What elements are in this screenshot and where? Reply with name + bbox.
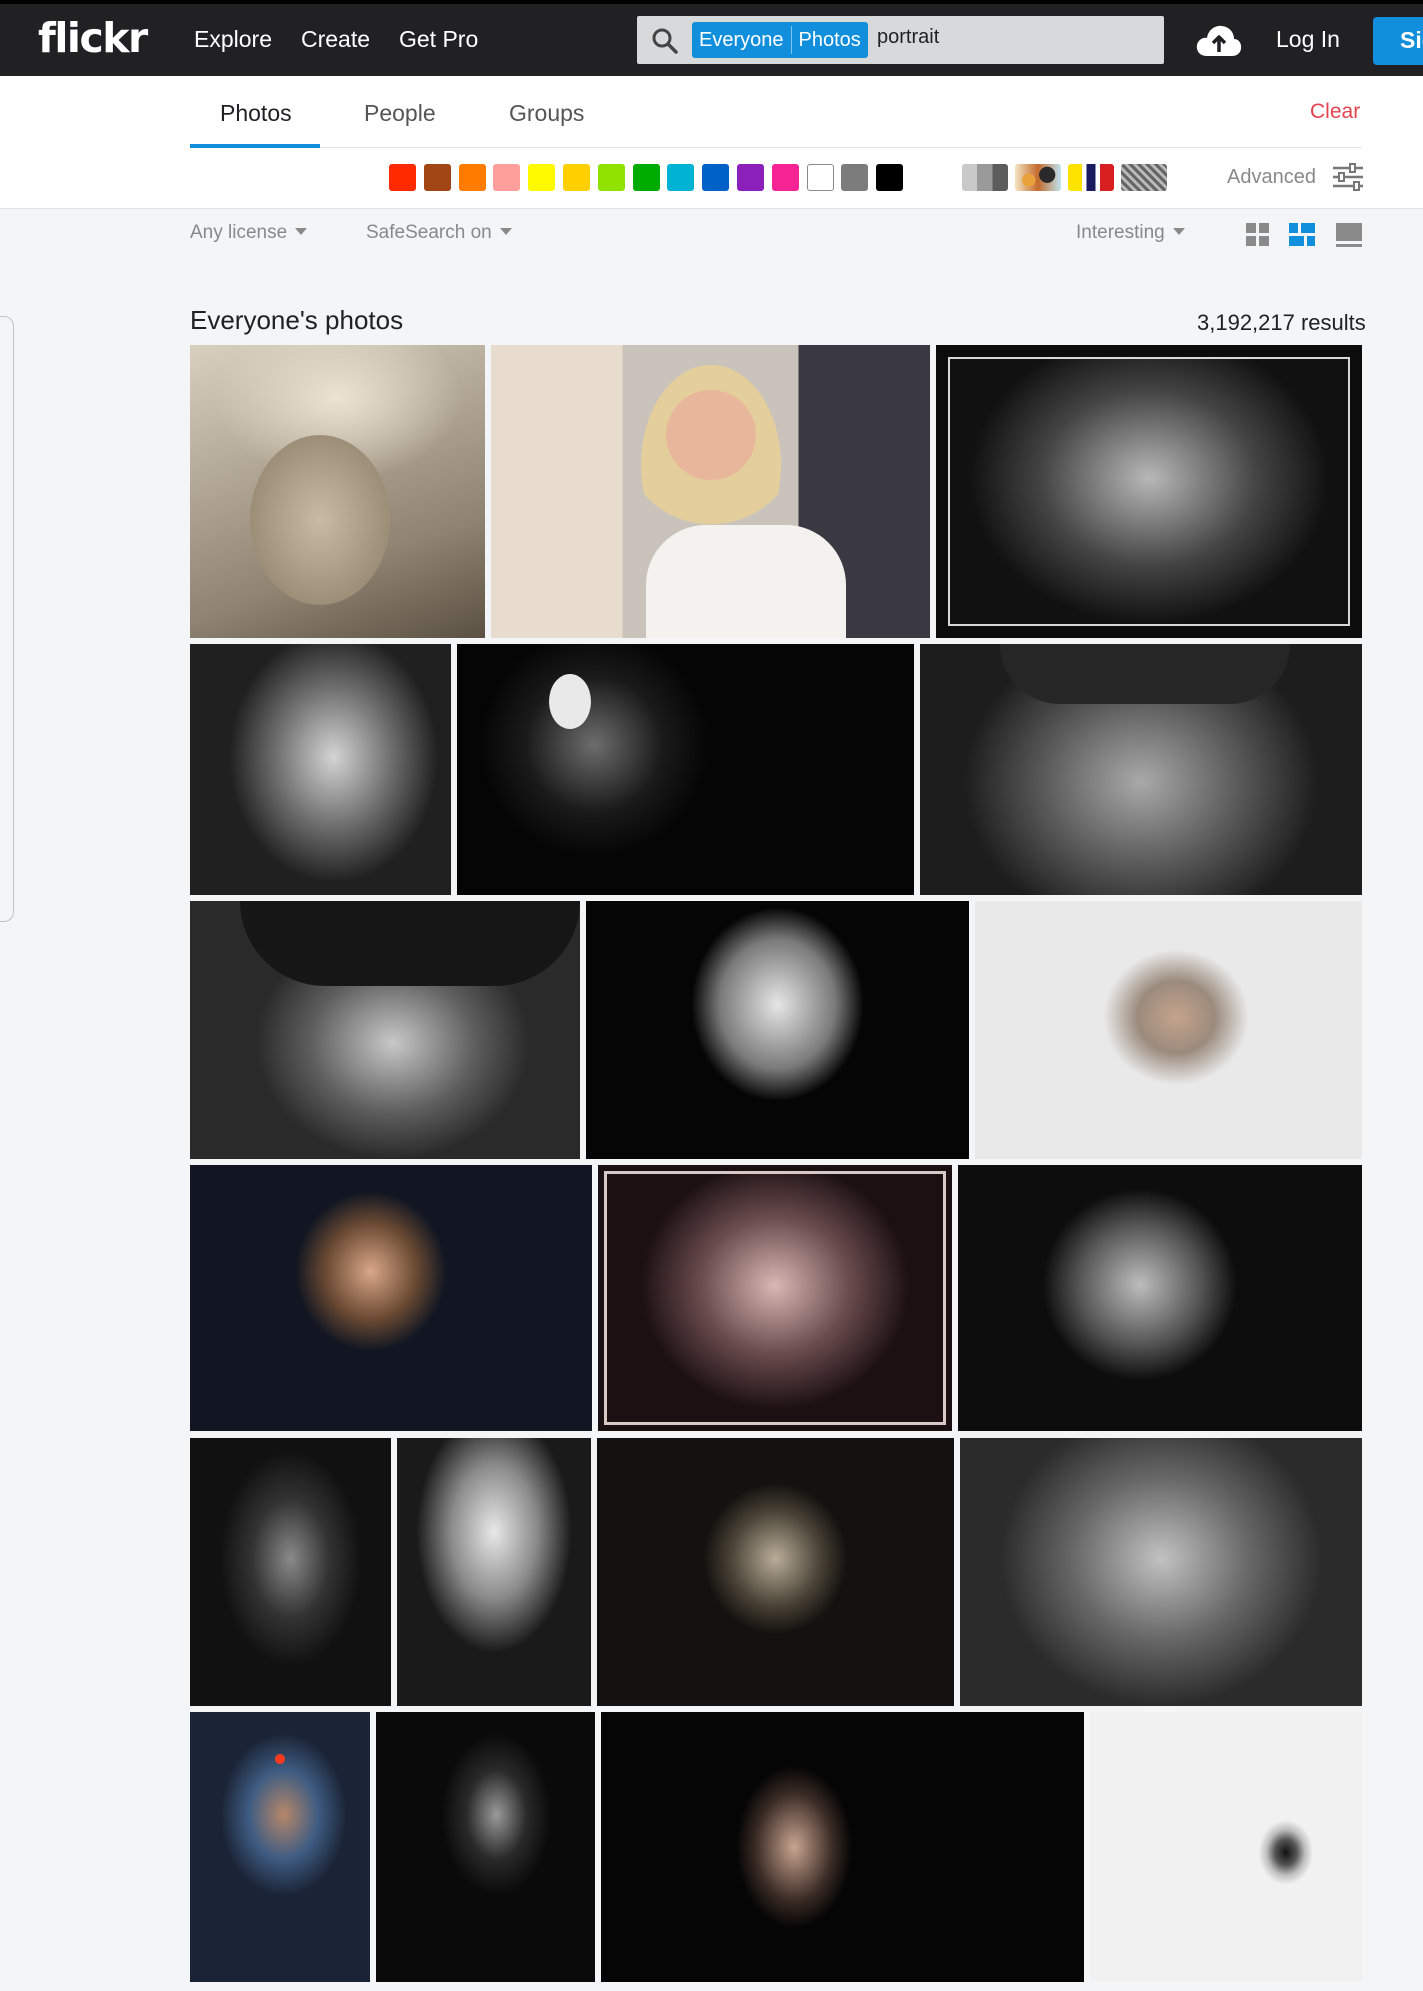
search-icon[interactable] bbox=[651, 27, 679, 60]
color-swatch[interactable] bbox=[562, 164, 590, 191]
photo-tile[interactable] bbox=[376, 1712, 595, 1982]
color-swatch[interactable] bbox=[423, 164, 451, 191]
tab-photos[interactable]: Photos bbox=[220, 100, 292, 127]
photo-tile[interactable] bbox=[190, 1438, 391, 1706]
chevron-down-icon bbox=[295, 228, 308, 235]
cloud-upload-icon[interactable] bbox=[1196, 24, 1242, 63]
style-patterns[interactable] bbox=[1121, 164, 1167, 191]
tab-groups[interactable]: Groups bbox=[509, 100, 584, 127]
photo-tile[interactable] bbox=[920, 644, 1362, 895]
photo-tile[interactable] bbox=[958, 1165, 1362, 1431]
sort-label: Interesting bbox=[1076, 222, 1165, 243]
tab-people[interactable]: People bbox=[364, 100, 436, 127]
clear-button[interactable]: Clear bbox=[1310, 100, 1360, 124]
color-swatch[interactable] bbox=[528, 164, 556, 191]
justified-icon[interactable] bbox=[1288, 222, 1316, 253]
photo-tile[interactable] bbox=[397, 1438, 591, 1706]
photo-tile[interactable] bbox=[190, 345, 485, 638]
color-swatch[interactable] bbox=[389, 164, 416, 191]
color-swatch[interactable] bbox=[841, 164, 869, 191]
chevron-down-icon bbox=[1172, 228, 1185, 235]
top-nav-bar: flickr Explore Create Get Pro Everyone P… bbox=[0, 0, 1423, 76]
photo-tile[interactable] bbox=[491, 345, 930, 638]
grid-small-icon[interactable] bbox=[1245, 222, 1271, 253]
chevron-down-icon bbox=[499, 228, 512, 235]
style-black-and-white[interactable] bbox=[962, 164, 1008, 191]
sort-dropdown[interactable]: Interesting bbox=[1076, 222, 1185, 244]
large-view-icon[interactable] bbox=[1335, 222, 1363, 253]
color-swatch[interactable] bbox=[667, 164, 695, 191]
color-swatch[interactable] bbox=[458, 164, 486, 191]
search-query-text[interactable]: portrait bbox=[877, 26, 939, 49]
photo-tile[interactable] bbox=[598, 1165, 952, 1431]
color-swatch[interactable] bbox=[876, 164, 904, 191]
results-heading: Everyone's photos bbox=[190, 305, 404, 335]
flickr-logo[interactable]: flickr bbox=[38, 14, 148, 62]
style-minimalism[interactable] bbox=[1068, 164, 1114, 191]
scope-photos[interactable]: Photos bbox=[792, 29, 868, 52]
license-dropdown[interactable]: Any license bbox=[190, 222, 308, 244]
advanced-link[interactable]: Advanced bbox=[1227, 166, 1316, 189]
color-swatch[interactable] bbox=[806, 164, 834, 191]
photo-tile[interactable] bbox=[190, 1165, 592, 1431]
search-box[interactable]: Everyone Photos portrait bbox=[637, 16, 1164, 64]
signup-button[interactable]: Sign Up bbox=[1373, 17, 1423, 65]
photo-tile[interactable] bbox=[601, 1712, 1084, 1982]
nav-explore-link[interactable]: Explore bbox=[194, 26, 272, 53]
sliders-icon[interactable] bbox=[1332, 163, 1364, 196]
results-count: 3,192,217 results bbox=[1197, 310, 1366, 335]
active-tab-indicator bbox=[190, 144, 320, 148]
tabs-divider bbox=[190, 147, 1362, 148]
color-swatch[interactable] bbox=[632, 164, 660, 191]
style-depth-of-field[interactable] bbox=[1015, 164, 1061, 191]
photo-tile[interactable] bbox=[960, 1438, 1362, 1706]
nav-create-link[interactable]: Create bbox=[301, 26, 370, 53]
style-filters bbox=[962, 164, 1174, 191]
photo-tile[interactable] bbox=[975, 901, 1362, 1159]
photo-tile[interactable] bbox=[190, 644, 451, 895]
photo-tile[interactable] bbox=[597, 1438, 954, 1706]
photo-tile[interactable] bbox=[1090, 1712, 1362, 1982]
safesearch-dropdown[interactable]: SafeSearch on bbox=[366, 222, 512, 244]
safesearch-label: SafeSearch on bbox=[366, 222, 492, 243]
color-swatch[interactable] bbox=[493, 164, 521, 191]
photo-tile[interactable] bbox=[586, 901, 969, 1159]
photo-tile[interactable] bbox=[190, 1712, 370, 1982]
search-subheader: Photos People Groups Clear Advanced bbox=[0, 76, 1423, 209]
side-panel-edge bbox=[0, 316, 14, 922]
nav-get-pro-link[interactable]: Get Pro bbox=[399, 26, 478, 53]
license-label: Any license bbox=[190, 222, 288, 243]
color-filter-swatches bbox=[389, 164, 911, 191]
photo-tile[interactable] bbox=[190, 901, 580, 1159]
color-swatch[interactable] bbox=[702, 164, 730, 191]
color-swatch[interactable] bbox=[771, 164, 799, 191]
search-scope-pill[interactable]: Everyone Photos bbox=[692, 22, 868, 58]
color-swatch[interactable] bbox=[597, 164, 625, 191]
photo-tile[interactable] bbox=[936, 345, 1362, 638]
login-link[interactable]: Log In bbox=[1276, 26, 1340, 53]
color-swatch[interactable] bbox=[736, 164, 764, 191]
scope-everyone[interactable]: Everyone bbox=[692, 29, 791, 52]
photo-tile[interactable] bbox=[457, 644, 914, 895]
